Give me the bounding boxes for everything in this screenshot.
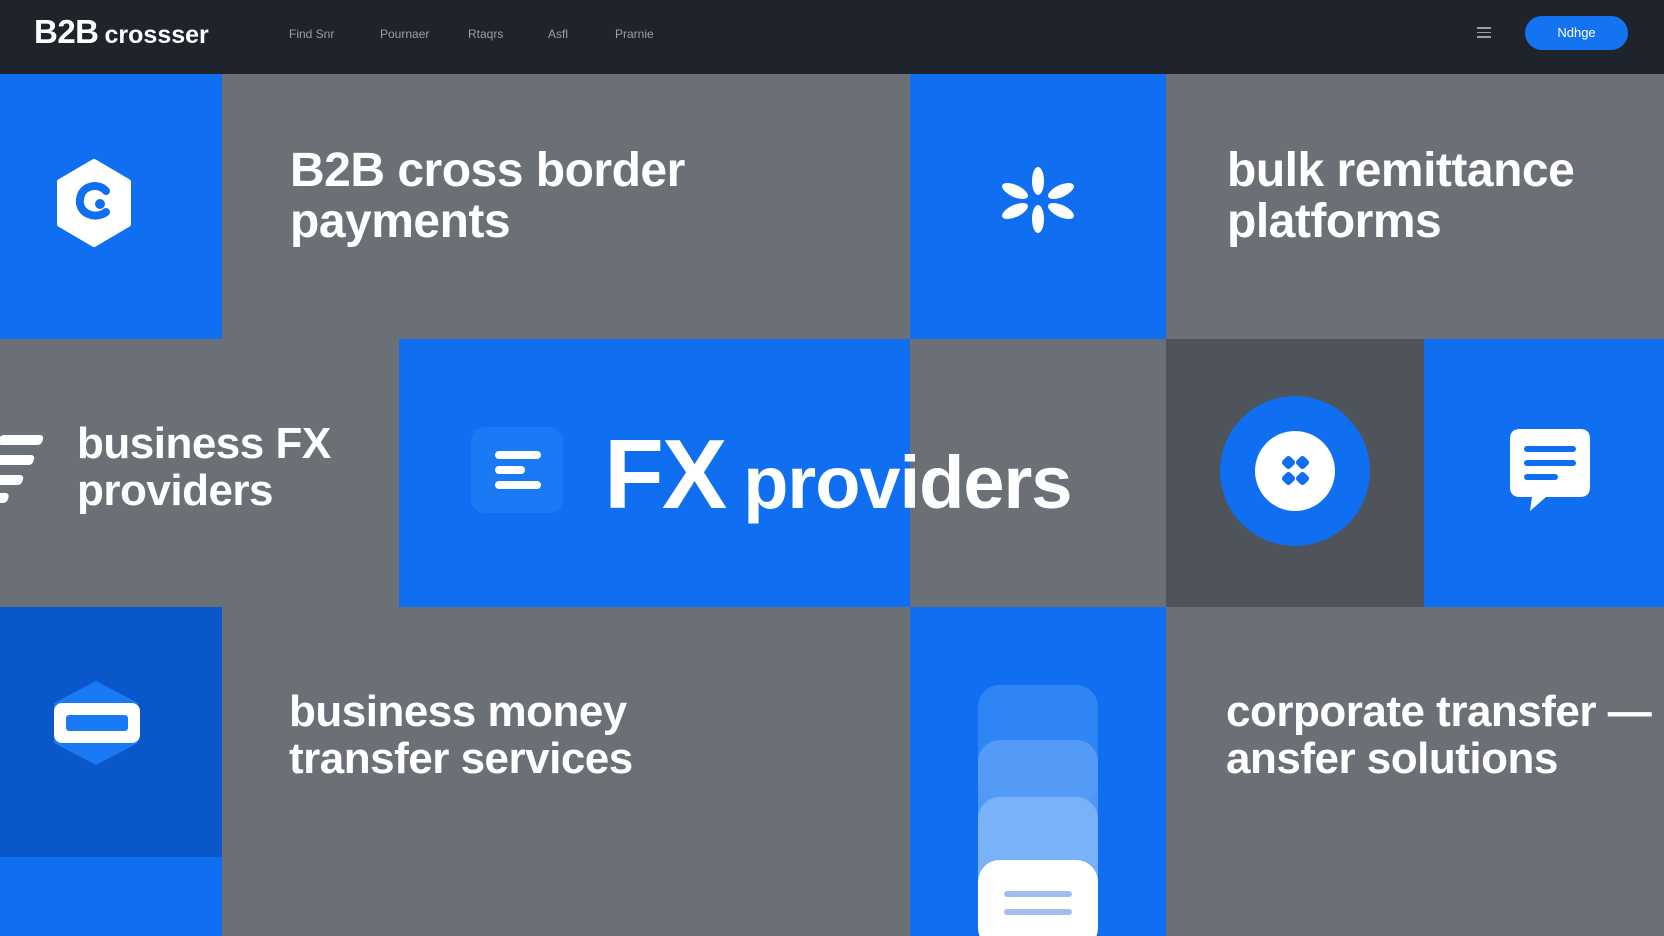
providers-word: providers <box>743 441 1072 524</box>
heading-b2b-payments: B2B cross border payments <box>290 144 685 248</box>
chat-tile <box>1424 339 1664 607</box>
stacked-cards-icon <box>978 685 1098 936</box>
tile-business-fx: business FX providers <box>0 339 399 607</box>
tile-bulk-remittance: bulk remittance platforms <box>1166 74 1664 339</box>
heading-corporate-transfer: corporate transfer —ansfer solutions <box>1226 687 1652 783</box>
fx-word: FX <box>604 419 727 529</box>
tile-b2b-payments: B2B cross border payments <box>222 74 910 339</box>
logo-tile <box>0 74 222 339</box>
stacked-cards-tile <box>910 607 1166 936</box>
chat-bubble-icon[interactable] <box>1510 429 1590 513</box>
card-icon <box>54 681 140 765</box>
cta-button[interactable]: Ndhge <box>1525 16 1628 50</box>
brand-main: B2B <box>34 13 99 50</box>
cluster-circle-icon[interactable] <box>1219 395 1371 547</box>
heading-fx-providers: FX providers <box>604 418 1072 529</box>
asterisk-icon <box>1002 167 1074 233</box>
speed-lines-icon <box>0 435 44 503</box>
nav-link-2[interactable]: Pournaer <box>380 24 429 44</box>
nav-link-5[interactable]: Prarnie <box>615 24 654 44</box>
tile-bottom-left-accent <box>0 857 222 936</box>
hamburger-menu-icon[interactable] <box>1476 24 1492 40</box>
tile-corporate-transfer: corporate transfer —ansfer solutions <box>1166 607 1664 936</box>
tile-money-transfer: business money transfer services <box>222 607 910 936</box>
card-tile <box>0 607 222 857</box>
brand-logo[interactable]: B2B crossser <box>34 12 209 52</box>
hexagon-logo-icon <box>57 159 131 247</box>
heading-business-fx: business FX providers <box>77 419 331 515</box>
list-icon <box>471 427 563 513</box>
asterisk-tile <box>910 74 1166 339</box>
brand-rest: crossser <box>104 21 209 49</box>
top-navbar: B2B crossser Find Snr Pournaer Rtaqrs Asf… <box>0 0 1664 74</box>
nav-link-4[interactable]: Asfl <box>548 24 568 44</box>
nav-link-1[interactable]: Find Snr <box>289 24 334 44</box>
heading-money-transfer: business money transfer services <box>289 687 633 783</box>
heading-bulk-remittance: bulk remittance platforms <box>1227 144 1575 248</box>
page: B2B crossser Find Snr Pournaer Rtaqrs Asf… <box>0 0 1664 936</box>
circle-tile <box>1166 339 1424 607</box>
nav-link-3[interactable]: Rtaqrs <box>468 24 503 44</box>
